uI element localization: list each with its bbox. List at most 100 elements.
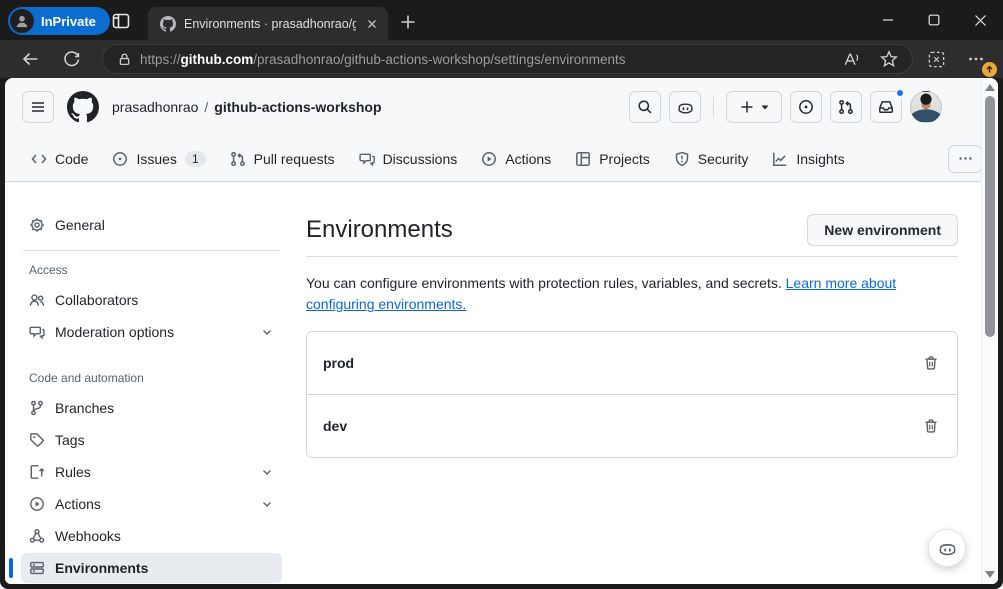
web-page: prasadhonrao / github-actions-workshop bbox=[5, 78, 998, 584]
webhook-icon bbox=[29, 528, 45, 544]
page-scrollbar[interactable] bbox=[981, 78, 998, 584]
environments-description: You can configure environments with prot… bbox=[306, 273, 906, 315]
comment-discussion-icon bbox=[359, 151, 375, 167]
heading-divider bbox=[306, 256, 958, 257]
delete-environment-button[interactable] bbox=[921, 353, 941, 373]
scrollbar-thumb[interactable] bbox=[985, 96, 995, 337]
browser-menu-button[interactable] bbox=[959, 44, 993, 74]
read-aloud-icon[interactable] bbox=[836, 46, 866, 72]
github-logo-icon[interactable] bbox=[67, 91, 99, 123]
chevron-down-icon bbox=[760, 102, 770, 112]
repo-name-link[interactable]: github-actions-workshop bbox=[214, 99, 381, 115]
issues-dashboard-button[interactable] bbox=[790, 91, 822, 123]
chevron-down-icon bbox=[260, 497, 274, 511]
nav-overflow-button[interactable] bbox=[948, 145, 982, 173]
search-icon bbox=[637, 99, 653, 115]
tab-security[interactable]: Security bbox=[664, 145, 759, 173]
inbox-icon bbox=[878, 99, 894, 115]
new-tab-button[interactable] bbox=[398, 12, 418, 32]
scroll-up-arrow[interactable] bbox=[985, 84, 995, 91]
sidebar-section-access: Access bbox=[21, 263, 282, 277]
scroll-down-arrow[interactable] bbox=[985, 571, 995, 578]
shield-icon bbox=[674, 151, 690, 167]
tab-discussions[interactable]: Discussions bbox=[349, 145, 468, 173]
environment-link-prod[interactable]: prod bbox=[323, 355, 354, 371]
issue-opened-icon bbox=[798, 99, 814, 115]
delete-environment-button[interactable] bbox=[921, 416, 941, 436]
header-divider bbox=[713, 97, 714, 117]
tab-projects[interactable]: Projects bbox=[565, 145, 660, 173]
update-notification-badge bbox=[982, 62, 997, 77]
repo-owner-link[interactable]: prasadhonrao bbox=[112, 99, 198, 115]
address-bar[interactable]: https://github.com/prasadhonrao/github-a… bbox=[102, 44, 913, 74]
sidebar-item-actions[interactable]: Actions bbox=[21, 489, 282, 519]
git-branch-icon bbox=[29, 400, 45, 416]
unread-notification-dot bbox=[895, 88, 905, 98]
trash-icon bbox=[923, 355, 939, 371]
people-icon bbox=[29, 292, 45, 308]
github-favicon bbox=[160, 16, 176, 32]
browser-tab[interactable]: Environments · prasadhonrao/gith bbox=[148, 7, 388, 40]
chevron-down-icon bbox=[260, 325, 274, 339]
refresh-button[interactable] bbox=[54, 44, 88, 74]
sidebar-item-rules[interactable]: Rules bbox=[21, 457, 282, 487]
new-environment-button[interactable]: New environment bbox=[807, 214, 958, 246]
notifications-inbox-button[interactable] bbox=[870, 91, 902, 123]
user-avatar[interactable] bbox=[910, 91, 942, 123]
close-button[interactable] bbox=[957, 0, 1003, 40]
tab-actions[interactable]: Actions bbox=[471, 145, 561, 173]
project-icon bbox=[575, 151, 591, 167]
sidebar-item-environments[interactable]: Environments bbox=[21, 553, 282, 583]
chevron-down-icon bbox=[260, 465, 274, 479]
git-pull-request-icon bbox=[230, 151, 246, 167]
tab-workspaces-icon[interactable] bbox=[110, 10, 132, 32]
copilot-button[interactable] bbox=[669, 91, 701, 123]
inprivate-label: InPrivate bbox=[41, 14, 96, 29]
sidebar-divider bbox=[23, 250, 280, 251]
rules-icon bbox=[29, 464, 45, 480]
inprivate-badge[interactable]: InPrivate bbox=[8, 7, 110, 35]
maximize-button[interactable] bbox=[911, 0, 957, 40]
copilot-fab-button[interactable] bbox=[928, 529, 966, 567]
favorites-star-icon[interactable] bbox=[874, 46, 904, 72]
sidebar-section-code-automation: Code and automation bbox=[21, 371, 282, 385]
create-new-button[interactable] bbox=[726, 91, 782, 123]
browser-toolbar: https://github.com/prasadhonrao/github-a… bbox=[0, 40, 1003, 78]
tab-insights[interactable]: Insights bbox=[762, 145, 854, 173]
page-title: Environments bbox=[306, 216, 453, 244]
tab-title: Environments · prasadhonrao/gith bbox=[184, 17, 356, 31]
sidebar-item-webhooks[interactable]: Webhooks bbox=[21, 521, 282, 551]
copilot-icon bbox=[677, 99, 694, 116]
kebab-horizontal-icon bbox=[958, 151, 973, 166]
search-button[interactable] bbox=[629, 91, 661, 123]
tab-pull-requests[interactable]: Pull requests bbox=[220, 145, 345, 173]
gear-icon bbox=[29, 217, 45, 233]
pull-requests-dashboard-button[interactable] bbox=[830, 91, 862, 123]
issues-count-badge: 1 bbox=[185, 151, 206, 167]
url-text: https://github.com/prasadhonrao/github-a… bbox=[140, 52, 828, 67]
sidebar-item-collaborators[interactable]: Collaborators bbox=[21, 285, 282, 315]
environments-settings-panel: Environments New environment You can con… bbox=[290, 182, 998, 584]
environment-row: prod bbox=[307, 332, 957, 394]
environment-link-dev[interactable]: dev bbox=[323, 418, 347, 434]
web-capture-icon[interactable] bbox=[919, 44, 953, 74]
graph-icon bbox=[772, 151, 788, 167]
browser-titlebar: InPrivate Environments · prasadhonrao/gi… bbox=[0, 0, 1003, 40]
sidebar-item-moderation-options[interactable]: Moderation options bbox=[21, 317, 282, 347]
tab-close-icon[interactable] bbox=[364, 16, 380, 32]
lock-icon bbox=[117, 52, 132, 67]
minimize-button[interactable] bbox=[865, 0, 911, 40]
git-pull-request-icon bbox=[838, 99, 854, 115]
back-button[interactable] bbox=[14, 44, 48, 74]
hamburger-menu-button[interactable] bbox=[22, 91, 54, 123]
hamburger-icon bbox=[30, 99, 46, 115]
play-icon bbox=[481, 151, 497, 167]
environments-list: prod dev bbox=[306, 331, 958, 458]
sidebar-item-tags[interactable]: Tags bbox=[21, 425, 282, 455]
sidebar-item-branches[interactable]: Branches bbox=[21, 393, 282, 423]
code-icon bbox=[31, 151, 47, 167]
sidebar-item-general[interactable]: General bbox=[21, 210, 282, 240]
tab-issues[interactable]: Issues 1 bbox=[102, 145, 215, 173]
trash-icon bbox=[923, 418, 939, 434]
tab-code[interactable]: Code bbox=[21, 145, 98, 173]
